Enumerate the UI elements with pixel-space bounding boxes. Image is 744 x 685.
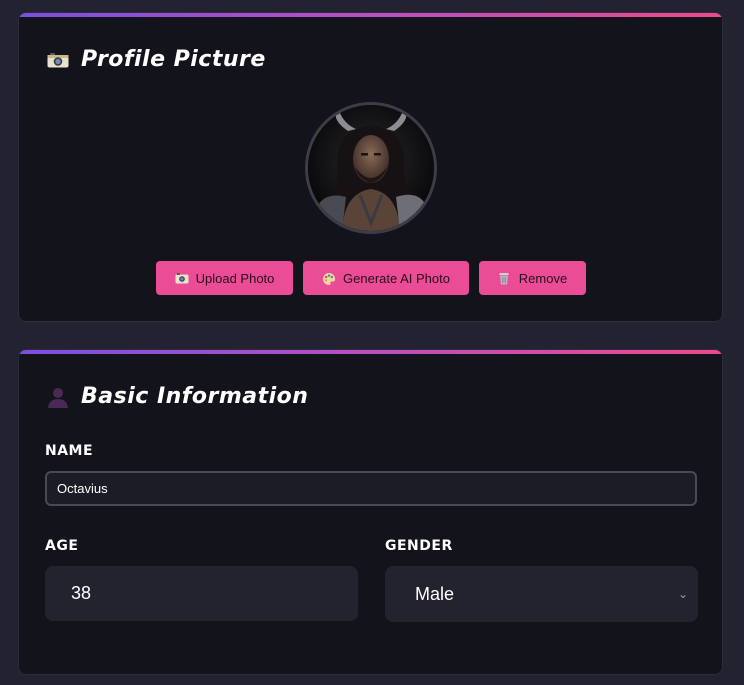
- profile-picture-title: Profile Picture: [81, 47, 266, 72]
- card-accent-bar: [19, 350, 722, 354]
- upload-photo-label: Upload Photo: [195, 270, 275, 286]
- basic-information-heading: Basic Information: [47, 384, 308, 409]
- gender-select[interactable]: Male ⌄: [385, 566, 698, 622]
- profile-editor-page: Profile Picture Upload Photo Generate AI…: [0, 0, 744, 685]
- upload-photo-button[interactable]: Upload Photo: [156, 261, 293, 295]
- gender-value: Male: [415, 583, 455, 604]
- name-value: Octavius: [57, 481, 108, 496]
- profile-picture-card: Profile Picture Upload Photo Generate AI…: [18, 12, 723, 322]
- photo-action-buttons: Upload Photo Generate AI Photo Remove: [156, 261, 586, 295]
- gender-label: GENDER: [385, 538, 453, 554]
- age-input[interactable]: 38: [45, 566, 358, 621]
- age-value: 38: [71, 583, 92, 603]
- card-accent-bar: [19, 13, 722, 17]
- basic-information-title: Basic Information: [81, 384, 309, 409]
- trash-icon: [498, 272, 512, 285]
- generate-ai-photo-button[interactable]: Generate AI Photo: [303, 261, 469, 295]
- basic-information-card: Basic Information NAME Octavius AGE 38 G…: [18, 349, 723, 675]
- avatar: [305, 102, 437, 234]
- remove-photo-button[interactable]: Remove: [479, 261, 586, 295]
- remove-photo-label: Remove: [518, 270, 568, 286]
- name-label: NAME: [45, 443, 94, 459]
- generate-ai-photo-label: Generate AI Photo: [343, 270, 450, 286]
- chevron-down-icon: ⌄: [677, 587, 688, 601]
- profile-picture-heading: Profile Picture: [47, 47, 266, 72]
- camera-icon: [175, 272, 189, 284]
- age-label: AGE: [45, 538, 79, 554]
- camera-icon: [47, 52, 69, 68]
- person-icon: [47, 386, 69, 408]
- name-input[interactable]: Octavius: [45, 471, 697, 506]
- palette-icon: [322, 272, 336, 285]
